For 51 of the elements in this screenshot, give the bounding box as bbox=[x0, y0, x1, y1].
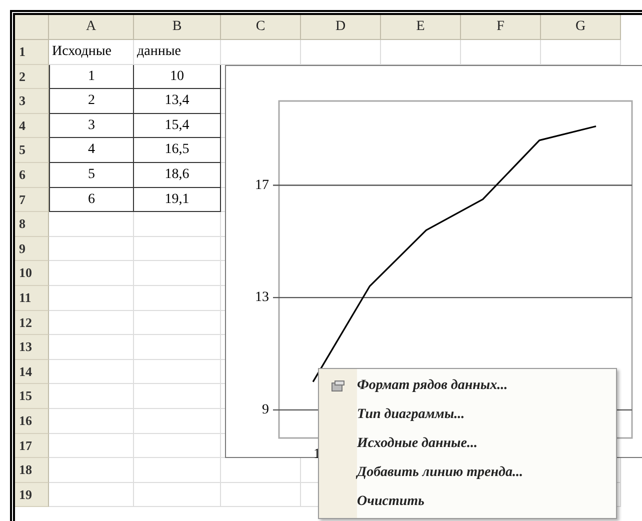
menu-item[interactable]: Очистить bbox=[319, 487, 616, 516]
table-cell: 1 bbox=[49, 64, 134, 90]
menu-item[interactable]: Исходные данные... bbox=[319, 429, 616, 458]
table-cell: 6 bbox=[49, 188, 134, 212]
table-cell: 4 bbox=[49, 138, 134, 163]
table-cell: 13,4 bbox=[134, 89, 221, 114]
menu-item[interactable]: Тип диаграммы... bbox=[319, 400, 616, 429]
table-cell: Исходные bbox=[49, 40, 134, 65]
menu-item[interactable]: Добавить линию тренда... bbox=[319, 458, 616, 487]
axis-label: 1 bbox=[314, 447, 320, 459]
row-header[interactable]: 1 bbox=[15, 40, 49, 65]
column-header[interactable]: F bbox=[461, 15, 541, 40]
column-header[interactable]: D bbox=[301, 15, 381, 40]
row-header[interactable]: 17 bbox=[15, 434, 49, 458]
row-header[interactable]: 2 bbox=[15, 64, 49, 90]
column-header[interactable]: E bbox=[381, 15, 461, 40]
row-header[interactable]: 18 bbox=[15, 458, 49, 483]
format-icon bbox=[331, 380, 345, 392]
axis-label: 13 bbox=[255, 290, 269, 306]
row-header[interactable]: 13 bbox=[15, 335, 49, 360]
column-header[interactable]: A bbox=[49, 15, 134, 40]
table-cell: 18,6 bbox=[134, 162, 221, 188]
axis-label: 9 bbox=[262, 402, 269, 418]
table-cell: 16,5 bbox=[134, 138, 221, 163]
column-header[interactable]: G bbox=[541, 15, 621, 40]
table-cell: 19,1 bbox=[134, 188, 221, 212]
menu-item[interactable]: Формат рядов данных... bbox=[319, 371, 616, 400]
row-header[interactable]: 3 bbox=[15, 89, 49, 114]
table-cell: 2 bbox=[49, 89, 134, 114]
row-header[interactable]: 12 bbox=[15, 310, 49, 336]
column-header[interactable]: B bbox=[134, 15, 221, 40]
row-header[interactable]: 4 bbox=[15, 114, 49, 138]
table-cell: 3 bbox=[49, 114, 134, 138]
row-header[interactable]: 6 bbox=[15, 162, 49, 188]
select-all-corner[interactable] bbox=[15, 15, 49, 40]
table-cell: 5 bbox=[49, 162, 134, 188]
axis-label: 17 bbox=[255, 178, 269, 193]
column-header[interactable]: C bbox=[221, 15, 301, 40]
row-header[interactable]: 16 bbox=[15, 408, 49, 434]
table-cell: 15,4 bbox=[134, 114, 221, 138]
row-header[interactable]: 5 bbox=[15, 138, 49, 163]
row-header[interactable]: 15 bbox=[15, 384, 49, 409]
row-header[interactable]: 8 bbox=[15, 212, 49, 237]
row-header[interactable]: 9 bbox=[15, 236, 49, 262]
row-header[interactable]: 11 bbox=[15, 286, 49, 311]
row-header[interactable]: 7 bbox=[15, 188, 49, 212]
row-header[interactable]: 14 bbox=[15, 360, 49, 384]
row-header[interactable]: 19 bbox=[15, 482, 49, 508]
table-cell: данные bbox=[134, 40, 221, 65]
table-cell: 10 bbox=[134, 64, 221, 90]
row-header[interactable]: 10 bbox=[15, 261, 49, 286]
